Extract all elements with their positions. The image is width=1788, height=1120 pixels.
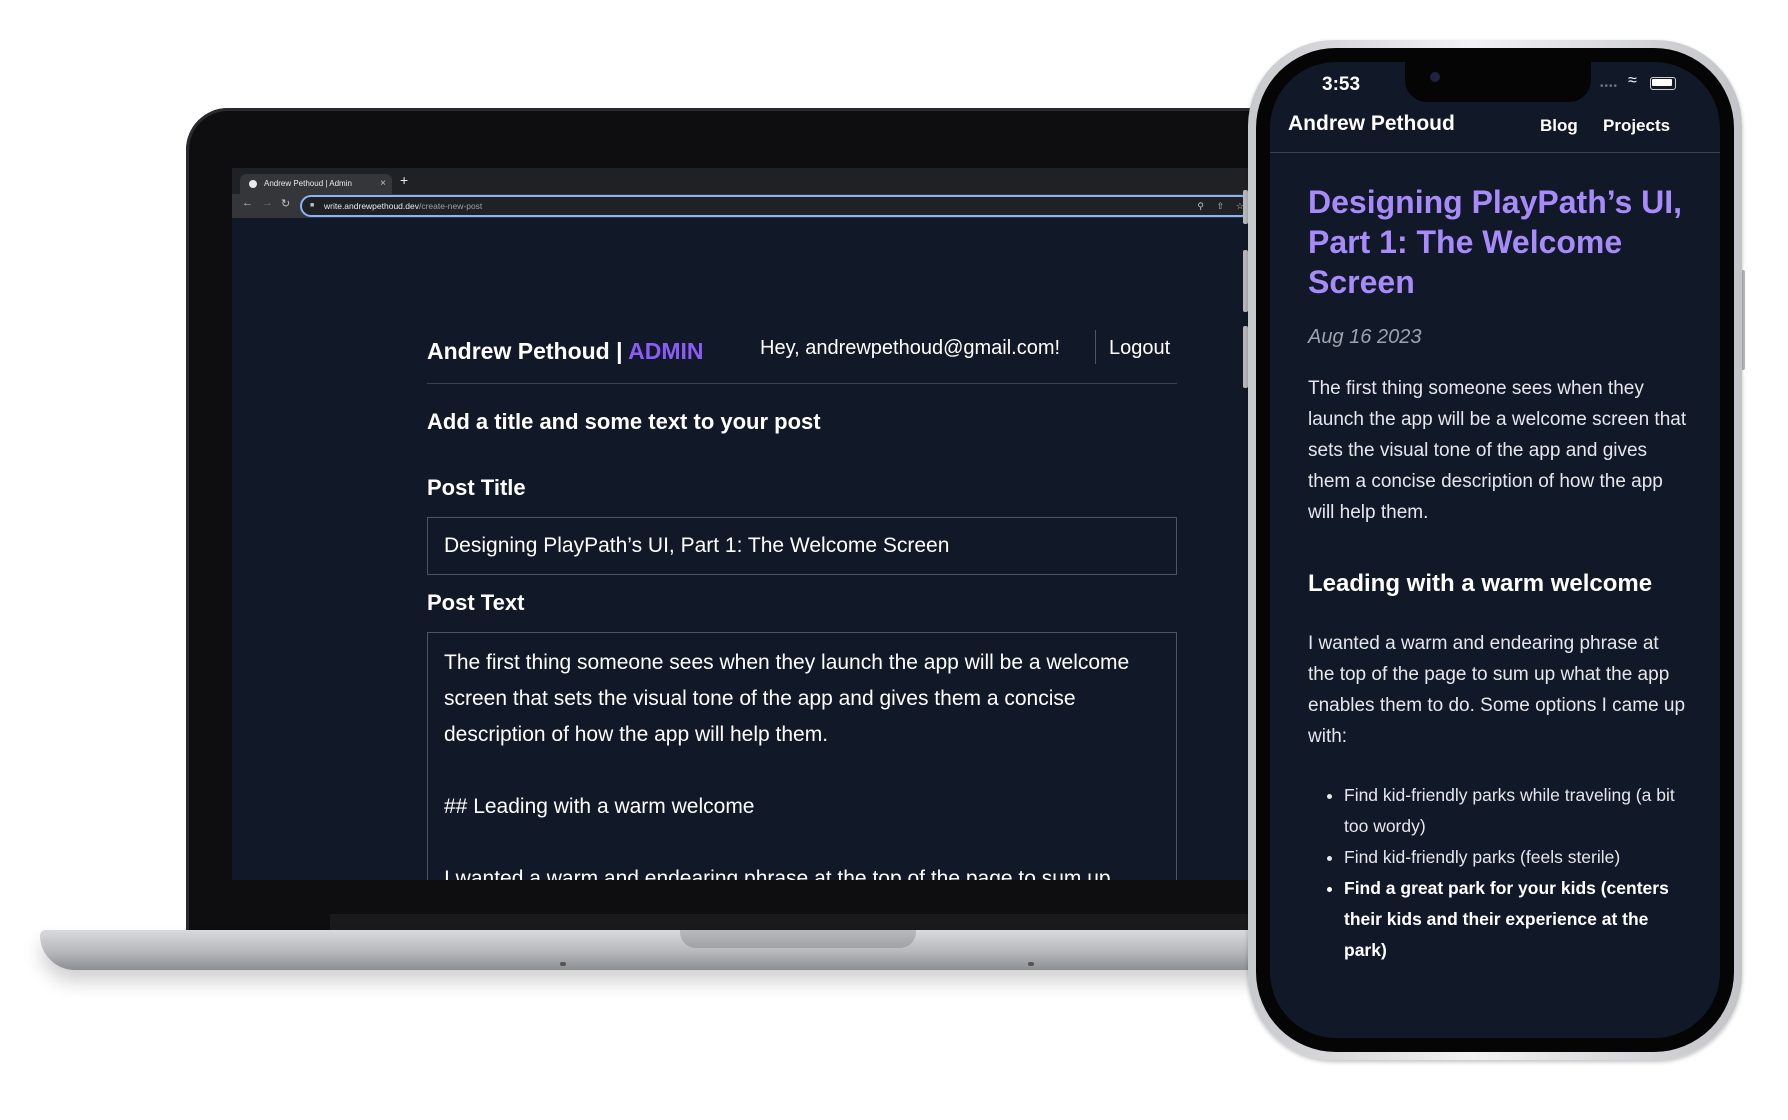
browser-tab-title: Andrew Pethoud | Admin xyxy=(264,179,352,188)
battery-icon xyxy=(1650,77,1676,90)
page-heading: Add a title and some text to your post xyxy=(427,409,821,434)
close-tab-icon[interactable]: × xyxy=(380,174,386,194)
laptop-foot xyxy=(560,962,566,966)
admin-brand[interactable]: Andrew Pethoud | ADMIN xyxy=(427,338,704,365)
url-path: /create-new-post xyxy=(418,201,483,211)
browser-tab-bar: Andrew Pethoud | Admin × + xyxy=(232,168,1262,194)
brand-name: Andrew Pethoud xyxy=(427,338,610,364)
post-date: Aug 16 2023 xyxy=(1308,326,1422,348)
lock-icon: ■ xyxy=(310,202,315,209)
post-paragraph: The first thing someone sees when they l… xyxy=(1308,378,1687,523)
laptop-base xyxy=(40,930,1300,970)
post-title: Designing PlayPath’s UI, Part 1: The Wel… xyxy=(1308,184,1683,300)
phone-screen: 3:53 •••• ≈ Andrew Pethoud Blog Projects… xyxy=(1270,62,1720,1038)
header-separator xyxy=(427,383,1177,384)
user-greeting: Hey, andrewpethoud@gmail.com! xyxy=(760,337,1061,359)
wifi-icon: ≈ xyxy=(1628,72,1637,89)
favicon-icon xyxy=(249,180,257,188)
brand-admin-tag: ADMIN xyxy=(628,338,704,364)
zoom-icon[interactable]: ⚲ xyxy=(1197,197,1204,215)
share-icon[interactable]: ⇧ xyxy=(1216,197,1224,215)
options-list: Find kid-friendly parks while traveling … xyxy=(1308,780,1688,966)
nav-projects-link[interactable]: Projects xyxy=(1603,116,1670,136)
post-text-label: Post Text xyxy=(427,590,525,615)
post-subheading: Leading with a warm welcome xyxy=(1308,570,1653,597)
list-item: Find kid-friendly parks (feels sterile) xyxy=(1344,842,1688,873)
post-paragraph: I wanted a warm and endearing phrase at … xyxy=(1308,633,1686,747)
header-divider xyxy=(1095,330,1096,364)
camera-icon xyxy=(1430,72,1440,82)
forward-arrow-icon[interactable]: → xyxy=(262,197,273,209)
reload-icon[interactable]: ↻ xyxy=(281,197,290,210)
url-host: write.andrewpethoud.dev xyxy=(324,201,419,211)
nav-separator xyxy=(1270,152,1720,153)
back-arrow-icon[interactable]: ← xyxy=(242,197,253,209)
brand-separator: | xyxy=(609,338,629,364)
laptop-screen: Andrew Pethoud | Admin × + ← → ↻ ■ write… xyxy=(232,168,1262,880)
blog-post: Designing PlayPath’s UI, Part 1: The Wel… xyxy=(1308,182,1688,966)
phone-notch xyxy=(1405,62,1591,102)
signal-icon: •••• xyxy=(1600,81,1619,92)
post-title-label: Post Title xyxy=(427,475,526,500)
laptop-foot xyxy=(1028,962,1034,966)
address-url: write.andrewpethoud.dev/create-new-post xyxy=(324,197,482,215)
list-item: Find kid-friendly parks while traveling … xyxy=(1344,780,1688,842)
address-bar[interactable]: ■ write.andrewpethoud.dev/create-new-pos… xyxy=(302,197,1250,215)
nav-blog-link[interactable]: Blog xyxy=(1540,116,1578,136)
status-time: 3:53 xyxy=(1322,74,1361,95)
site-brand[interactable]: Andrew Pethoud xyxy=(1288,112,1455,136)
new-tab-button[interactable]: + xyxy=(400,172,408,188)
browser-tab[interactable]: Andrew Pethoud | Admin × xyxy=(240,174,392,194)
logout-button[interactable]: Logout xyxy=(1109,337,1170,360)
browser-toolbar: ← → ↻ ■ write.andrewpethoud.dev/create-n… xyxy=(232,194,1262,218)
post-title-input[interactable] xyxy=(427,517,1177,575)
post-text-textarea[interactable]: The first thing someone sees when they l… xyxy=(427,632,1177,880)
laptop-opening-notch xyxy=(680,930,916,948)
list-item: Find a great park for your kids (centers… xyxy=(1344,873,1688,966)
laptop-hinge xyxy=(330,914,1300,930)
